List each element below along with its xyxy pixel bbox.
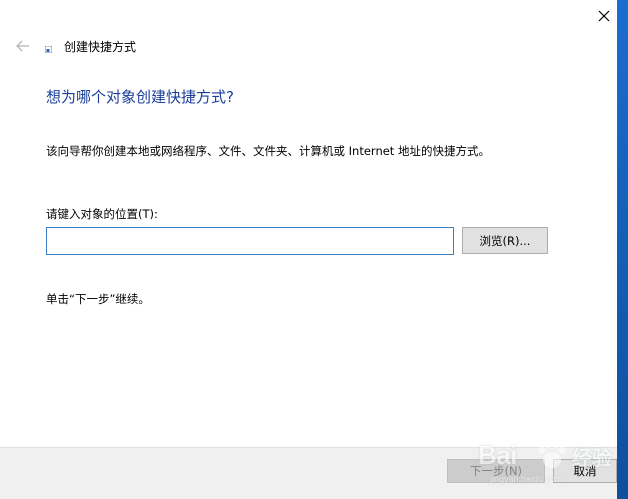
- next-button[interactable]: 下一步(N): [447, 459, 545, 483]
- browse-button[interactable]: 浏览(R)...: [462, 227, 548, 254]
- shortcut-wizard-icon: [45, 46, 52, 53]
- wizard-title: 创建快捷方式: [64, 40, 137, 54]
- page-heading: 想为哪个对象创建快捷方式?: [46, 88, 234, 106]
- cancel-button[interactable]: 取消: [553, 459, 617, 483]
- close-button[interactable]: [590, 4, 618, 28]
- wizard-description: 该向导帮你创建本地或网络程序、文件、文件夹、计算机或 Internet 地址的快…: [46, 144, 490, 158]
- back-button[interactable]: [12, 36, 34, 56]
- desktop-background: 创建快捷方式 想为哪个对象创建快捷方式? 该向导帮你创建本地或网络程序、文件、文…: [0, 0, 628, 499]
- back-arrow-icon: [16, 40, 29, 52]
- dialog-footer: 下一步(N) 取消: [0, 447, 617, 499]
- location-input[interactable]: [46, 227, 454, 255]
- continue-hint: 单击“下一步”继续。: [46, 292, 150, 306]
- close-icon: [598, 10, 610, 22]
- location-label: 请键入对象的位置(T):: [46, 207, 158, 221]
- create-shortcut-dialog: 创建快捷方式 想为哪个对象创建快捷方式? 该向导帮你创建本地或网络程序、文件、文…: [0, 0, 617, 499]
